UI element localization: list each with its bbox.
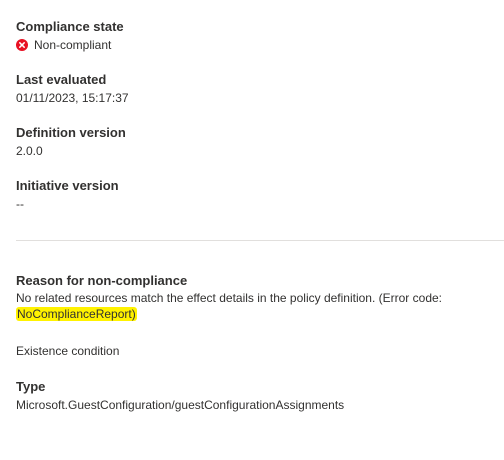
last-evaluated-label: Last evaluated: [16, 72, 107, 87]
compliance-state-label: Compliance state: [16, 19, 124, 34]
section-divider: [16, 240, 504, 241]
compliance-details-panel: Compliance state Non-compliant Last eval…: [0, 0, 504, 460]
definition-version-label: Definition version: [16, 125, 126, 140]
definition-version-value: 2.0.0: [16, 144, 43, 158]
existence-condition-field: Existence condition: [16, 343, 504, 359]
last-evaluated-field: Last evaluated 01/11/2023, 15:17:37: [16, 72, 504, 106]
last-evaluated-value: 01/11/2023, 15:17:37: [16, 91, 129, 105]
initiative-version-field: Initiative version --: [16, 178, 504, 212]
initiative-version-value: --: [16, 197, 24, 211]
error-code-highlight: NoComplianceReport): [16, 307, 137, 321]
reason-description: No related resources match the effect de…: [16, 291, 442, 305]
type-value: Microsoft.GuestConfiguration/guestConfig…: [16, 398, 345, 412]
compliance-state-value-row: Non-compliant: [16, 37, 504, 53]
reason-field: Reason for non-compliance No related res…: [16, 273, 496, 322]
initiative-version-label: Initiative version: [16, 178, 119, 193]
existence-condition-text: Existence condition: [16, 344, 120, 358]
reason-label: Reason for non-compliance: [16, 273, 188, 288]
definition-version-field: Definition version 2.0.0: [16, 125, 504, 159]
compliance-state-value: Non-compliant: [34, 38, 112, 52]
type-label: Type: [16, 379, 46, 394]
type-field: Type Microsoft.GuestConfiguration/guestC…: [16, 379, 504, 413]
error-circle-icon: [16, 39, 28, 51]
compliance-state-field: Compliance state Non-compliant: [16, 19, 504, 53]
reason-text: No related resources match the effect de…: [16, 290, 496, 322]
